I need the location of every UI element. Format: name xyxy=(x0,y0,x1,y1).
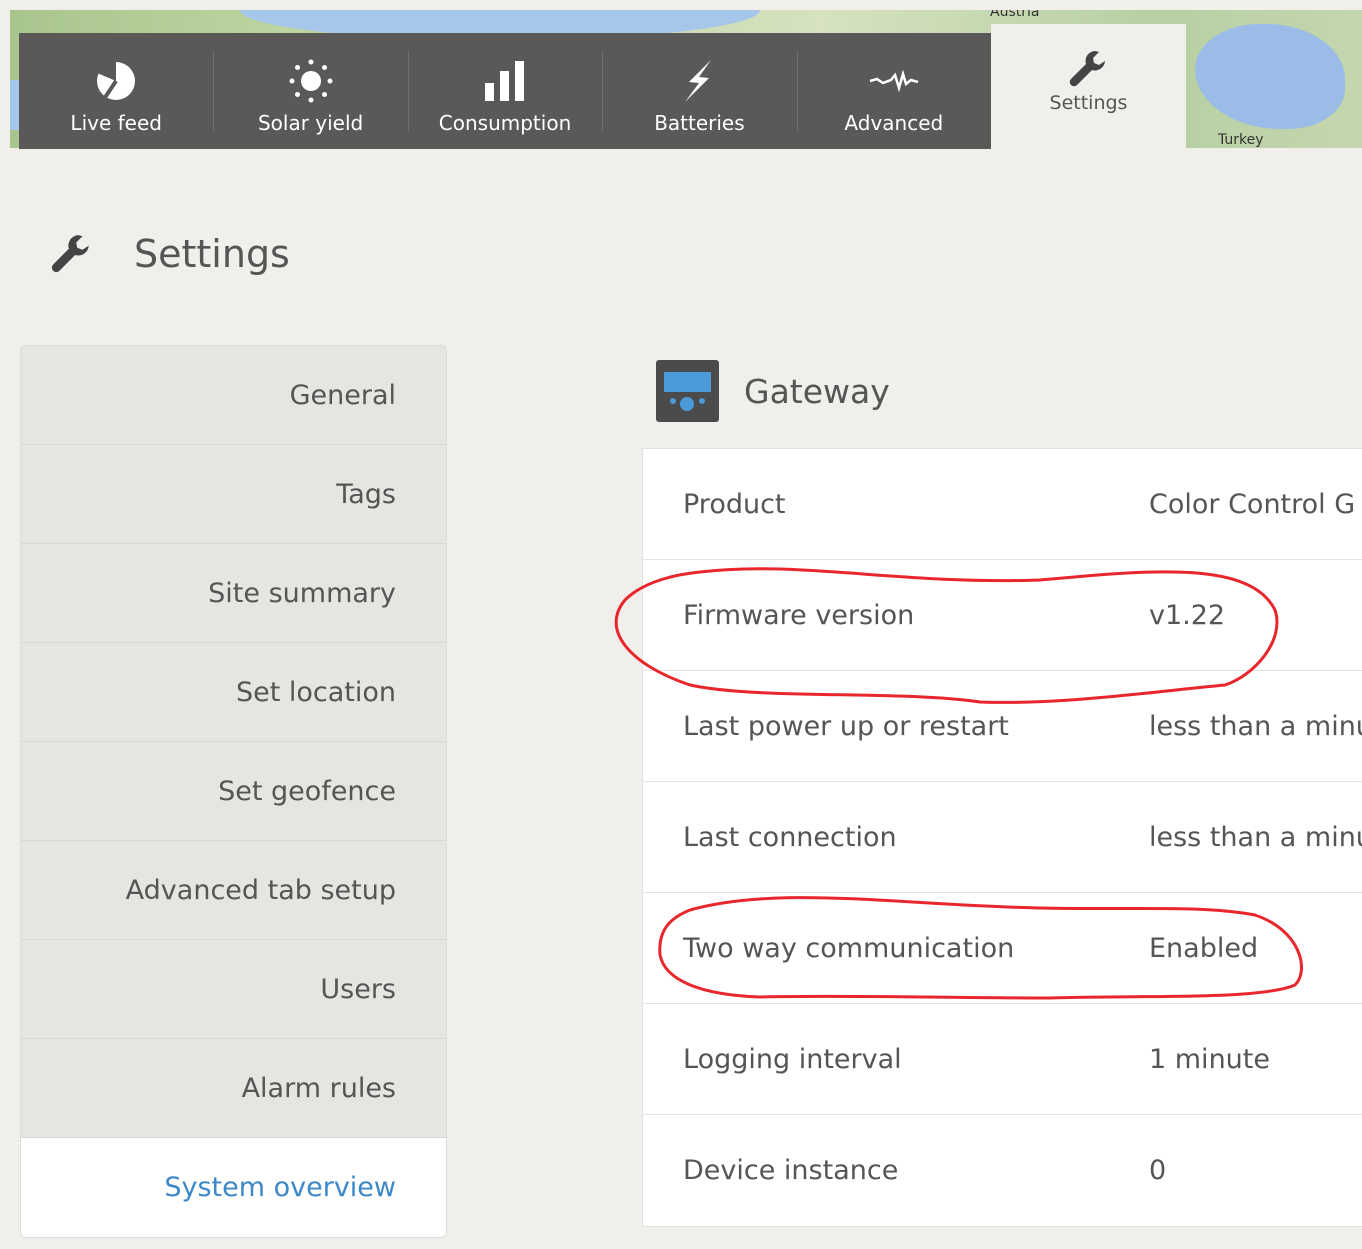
tab-consumption[interactable]: Consumption xyxy=(407,33,602,149)
sidebar-item-general[interactable]: General xyxy=(21,346,446,445)
wrench-icon xyxy=(1068,46,1110,92)
tab-label: Advanced xyxy=(844,111,944,135)
tab-label: Settings xyxy=(1049,92,1128,114)
map-label-austria: Austria xyxy=(990,10,1040,20)
row-value: Color Control G xyxy=(1149,488,1356,520)
lightning-icon xyxy=(679,57,719,105)
sun-icon xyxy=(288,57,334,105)
row-key: Two way communication xyxy=(683,932,1015,964)
row-key: Logging interval xyxy=(683,1043,902,1075)
table-row: Last connection less than a minu xyxy=(643,782,1362,893)
tab-label: Live feed xyxy=(70,111,162,135)
map-sea xyxy=(1195,24,1345,129)
sidebar-item-users[interactable]: Users xyxy=(21,940,446,1039)
sidebar-item-set-location[interactable]: Set location xyxy=(21,643,446,742)
gateway-details-table: Product Color Control G Firmware version… xyxy=(642,448,1362,1227)
row-value: less than a minu xyxy=(1149,710,1362,742)
row-value: 1 minute xyxy=(1149,1043,1270,1075)
tab-live-feed[interactable]: Live feed xyxy=(19,33,213,149)
row-key: Last power up or restart xyxy=(683,710,1009,742)
waveform-icon xyxy=(869,57,919,105)
table-row: Product Color Control G xyxy=(643,449,1362,560)
tab-label: Consumption xyxy=(438,111,572,135)
row-value: 0 xyxy=(1149,1155,1167,1186)
row-key: Device instance xyxy=(683,1155,899,1186)
wrench-icon xyxy=(50,232,100,276)
tab-advanced[interactable]: Advanced xyxy=(796,33,991,149)
pie-chart-icon xyxy=(94,57,138,105)
sidebar-item-tags[interactable]: Tags xyxy=(21,445,446,544)
table-row: Two way communication Enabled xyxy=(643,893,1362,1004)
bar-chart-icon xyxy=(483,57,527,105)
row-value: less than a minu xyxy=(1149,821,1362,853)
row-value: v1.22 xyxy=(1149,599,1226,631)
page-title-text: Settings xyxy=(134,232,290,276)
map-label-turkey: Turkey xyxy=(1218,132,1264,148)
tab-label: Batteries xyxy=(654,111,745,135)
table-row: Last power up or restart less than a min… xyxy=(643,671,1362,782)
table-row: Device instance 0 xyxy=(643,1115,1362,1226)
table-row: Firmware version v1.22 xyxy=(643,560,1362,671)
row-value: Enabled xyxy=(1149,932,1259,964)
row-key: Firmware version xyxy=(683,599,915,631)
device-icon xyxy=(656,360,719,422)
sidebar-item-system-overview[interactable]: System overview xyxy=(21,1138,446,1237)
sidebar-item-advanced-tab-setup[interactable]: Advanced tab setup xyxy=(21,841,446,940)
page-title: Settings xyxy=(50,232,290,276)
table-row: Logging interval 1 minute xyxy=(643,1004,1362,1115)
gateway-title: Gateway xyxy=(744,371,890,411)
sidebar-item-set-geofence[interactable]: Set geofence xyxy=(21,742,446,841)
tab-solar-yield[interactable]: Solar yield xyxy=(213,33,407,149)
tab-settings[interactable]: Settings xyxy=(991,24,1186,149)
row-key: Last connection xyxy=(683,821,897,853)
row-key: Product xyxy=(683,488,786,520)
sidebar-item-site-summary[interactable]: Site summary xyxy=(21,544,446,643)
top-nav: Live feed Solar yield Consumption Batter… xyxy=(19,33,991,149)
tab-label: Solar yield xyxy=(257,111,364,135)
sidebar-item-alarm-rules[interactable]: Alarm rules xyxy=(21,1039,446,1138)
gateway-header: Gateway xyxy=(656,360,890,422)
settings-sidebar: General Tags Site summary Set location S… xyxy=(20,345,447,1238)
tab-batteries[interactable]: Batteries xyxy=(602,33,796,149)
